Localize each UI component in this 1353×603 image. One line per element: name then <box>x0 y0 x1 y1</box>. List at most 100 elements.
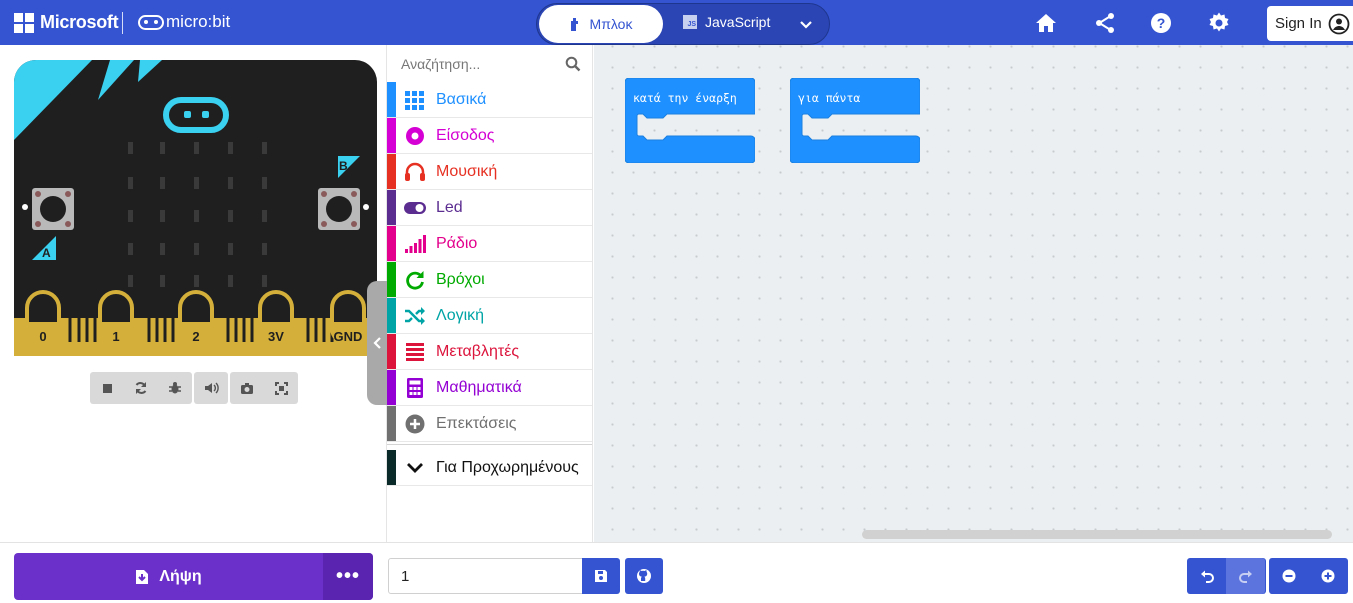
tab-blocks[interactable]: Μπλοκ <box>539 5 663 43</box>
category-advanced[interactable]: Για Προχωρημένους <box>387 450 592 486</box>
tab-javascript-label: JavaScript <box>705 14 771 30</box>
category-color-bar <box>387 82 396 117</box>
microbit-board[interactable]: A B 0 1 2 3V GND <box>14 60 377 356</box>
category-color-bar <box>387 370 396 405</box>
bottom-bar: Λήψη ••• 1 <box>0 542 1353 603</box>
toolbox-separator <box>387 444 592 445</box>
category-extensions[interactable]: Επεκτάσεις <box>387 406 592 442</box>
zoom-in-button[interactable] <box>1308 558 1347 594</box>
button-b[interactable] <box>318 188 360 230</box>
on-start-block[interactable]: κατά την έναρξη <box>624 77 756 164</box>
redo-button[interactable] <box>1226 558 1265 594</box>
shuffle-icon <box>405 307 425 325</box>
search-input[interactable]: Αναζήτηση... <box>387 45 592 82</box>
undo-button[interactable] <box>1187 558 1226 594</box>
fullscreen-button[interactable] <box>264 372 298 404</box>
category-label: Μουσική <box>436 163 498 180</box>
editor-toggle: Μπλοκ JS JavaScript <box>536 3 830 45</box>
category-label: Βασικά <box>436 91 487 108</box>
save-button[interactable] <box>582 558 620 594</box>
category-music[interactable]: Μουσική <box>387 154 592 190</box>
github-button[interactable] <box>625 558 663 594</box>
category-color-bar <box>387 262 396 297</box>
search-icon[interactable] <box>565 56 581 72</box>
grid-icon <box>405 91 424 110</box>
input-target-icon <box>406 127 424 145</box>
chevron-down-icon[interactable] <box>797 15 815 33</box>
button-a-label: A <box>42 246 51 260</box>
download-label: Λήψη <box>159 567 202 585</box>
debug-button[interactable] <box>158 372 192 404</box>
download-button[interactable]: Λήψη <box>14 553 323 600</box>
category-radio[interactable]: Ράδιο <box>387 226 592 262</box>
blocks-workspace[interactable]: κατά την έναρξη για πάντα <box>594 45 1353 542</box>
category-label: Μεταβλητές <box>436 343 520 360</box>
category-math[interactable]: Μαθηματικά <box>387 370 592 406</box>
category-label: Μαθηματικά <box>436 379 522 396</box>
download-group: Λήψη ••• <box>14 553 373 600</box>
category-color-bar <box>387 190 396 225</box>
brand-divider <box>122 12 123 34</box>
category-label: Ράδιο <box>436 235 478 252</box>
help-icon[interactable]: ? <box>1149 11 1173 35</box>
microbit-brand[interactable]: micro:bit <box>166 12 230 32</box>
sign-in-button[interactable]: Sign In <box>1267 6 1353 41</box>
tab-blocks-label: Μπλοκ <box>589 16 633 32</box>
stop-button[interactable] <box>90 372 124 404</box>
category-label: Είσοδος <box>436 127 495 144</box>
category-label: Λογική <box>436 307 485 324</box>
refresh-loop-icon <box>406 271 424 290</box>
category-led[interactable]: Led <box>387 190 592 226</box>
button-a[interactable] <box>32 188 74 230</box>
collapse-simulator-button[interactable] <box>367 281 387 405</box>
zoom-group <box>1269 558 1348 594</box>
restart-button[interactable] <box>124 372 158 404</box>
project-name-input[interactable]: 1 <box>388 558 584 594</box>
category-color-bar <box>387 118 396 153</box>
microbit-logo-icon[interactable] <box>138 15 164 30</box>
category-loops[interactable]: Βρόχοι <box>387 262 592 298</box>
tab-javascript[interactable]: JS JavaScript <box>683 14 770 30</box>
chevron-down-icon <box>407 463 423 473</box>
stop-icon <box>102 383 112 393</box>
fullscreen-icon <box>274 381 288 395</box>
category-variables[interactable]: Μεταβλητές <box>387 334 592 370</box>
zoom-out-button[interactable] <box>1269 558 1308 594</box>
undo-icon <box>1200 570 1214 583</box>
pin-1-label: 1 <box>112 329 119 344</box>
microsoft-brand[interactable]: Microsoft <box>40 12 119 33</box>
category-input[interactable]: Είσοδος <box>387 118 592 154</box>
toolbox: Αναζήτηση... Βασικά Είσοδος Μουσική Led … <box>387 45 593 542</box>
github-icon <box>637 569 651 583</box>
simulator-panel: A B 0 1 2 3V GND <box>0 45 387 542</box>
category-basic[interactable]: Βασικά <box>387 82 592 118</box>
download-file-icon <box>136 569 149 584</box>
category-color-bar <box>387 226 396 261</box>
user-avatar-icon <box>1328 13 1350 34</box>
calculator-icon <box>407 378 423 398</box>
category-color-bar <box>387 450 396 485</box>
list-lines-icon <box>406 343 424 361</box>
zoom-out-icon <box>1282 569 1295 583</box>
screenshot-button[interactable] <box>230 372 264 404</box>
redo-icon <box>1238 570 1252 583</box>
top-bar: Microsoft micro:bit Μπλοκ JS JavaScript … <box>0 0 1353 45</box>
more-options-button[interactable]: ••• <box>323 553 373 600</box>
category-color-bar <box>387 334 396 369</box>
category-logic[interactable]: Λογική <box>387 298 592 334</box>
share-icon[interactable] <box>1093 11 1117 35</box>
restart-icon <box>135 382 147 394</box>
gear-icon[interactable] <box>1207 11 1231 35</box>
block-label: για πάντα <box>798 91 861 105</box>
simulator-view-group <box>230 372 298 404</box>
signal-bars-icon <box>405 235 426 253</box>
mute-button[interactable] <box>194 372 228 404</box>
home-icon[interactable] <box>1034 11 1058 35</box>
simulator-sound-group <box>194 372 228 404</box>
microsoft-logo-icon[interactable] <box>14 13 34 33</box>
forever-block[interactable]: για πάντα <box>789 77 921 164</box>
horizontal-scrollbar[interactable] <box>862 530 1332 539</box>
bug-icon <box>169 382 181 394</box>
save-disk-icon <box>595 570 607 582</box>
zoom-in-icon <box>1321 569 1334 583</box>
